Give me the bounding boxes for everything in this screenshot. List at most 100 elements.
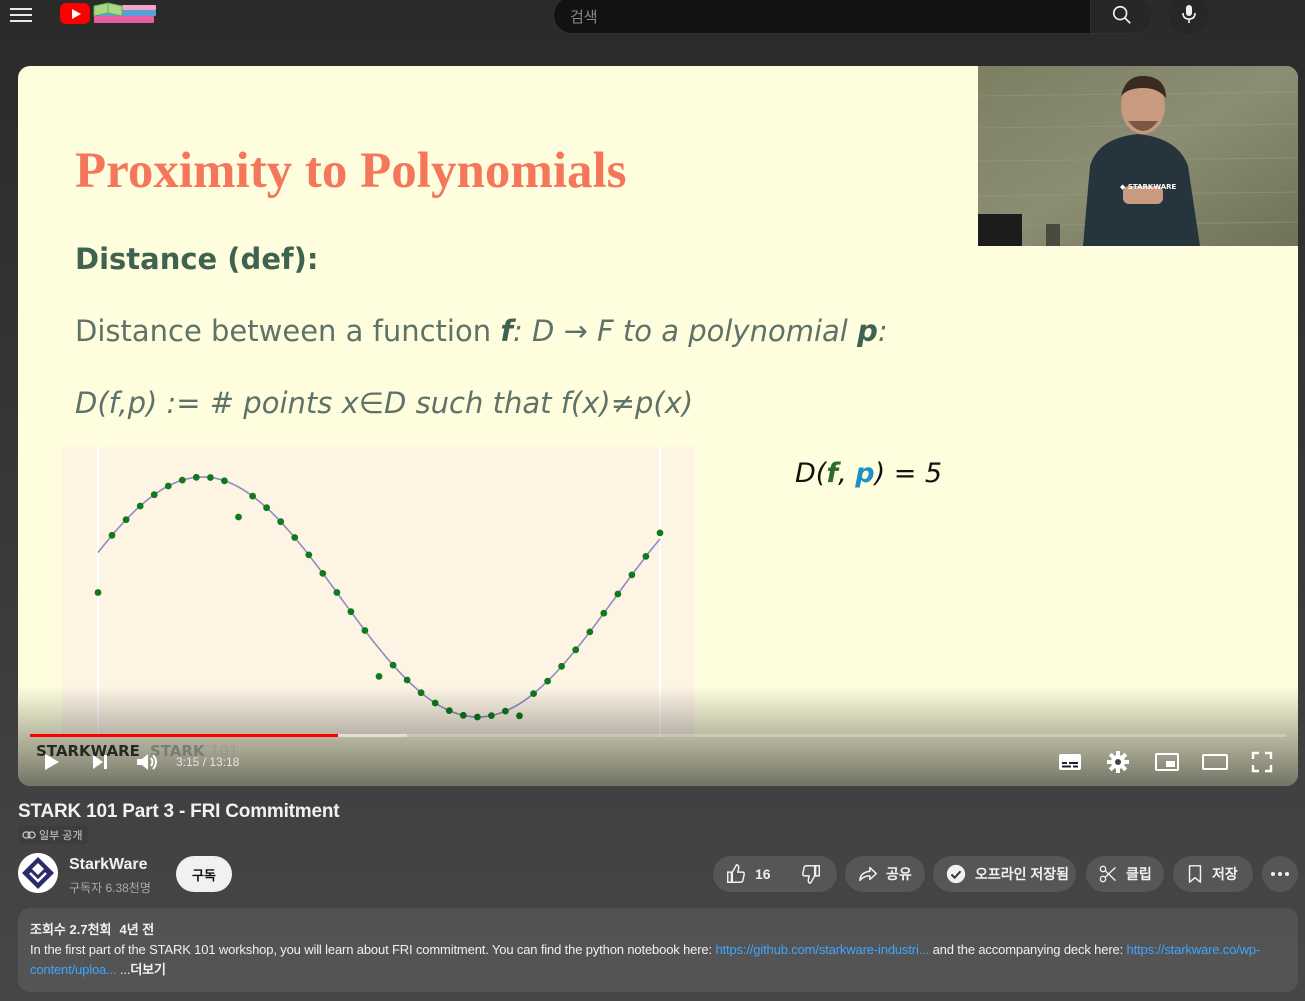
visibility-badge: 일부 공개	[18, 826, 88, 844]
slide-definition-line: Distance between a function f: D → F to …	[75, 314, 888, 348]
description-meta: 조회수 2.7천회 4년 전	[30, 920, 1286, 940]
thumbs-down-icon	[802, 865, 820, 884]
search-bar	[553, 0, 1153, 34]
search-input[interactable]	[553, 0, 1091, 34]
plot-point	[192, 473, 200, 481]
miniplayer-button[interactable]	[1154, 750, 1180, 774]
slide-text: f	[500, 314, 513, 348]
voice-search-button[interactable]	[1169, 0, 1209, 34]
eq-text: ) = 5	[874, 458, 943, 489]
more-actions-button[interactable]	[1262, 856, 1298, 892]
plot-point	[586, 628, 594, 636]
plot-point	[305, 551, 313, 559]
dislike-button[interactable]	[786, 856, 836, 892]
plot-point	[361, 627, 369, 634]
plot-point	[614, 590, 622, 598]
settings-gear-icon[interactable]	[1106, 750, 1130, 774]
speaker-webcam-overlay: ◆ STARKWARE	[978, 66, 1298, 246]
plot-point	[403, 676, 411, 684]
subscribe-button[interactable]: 구독	[176, 856, 232, 892]
slide-subtitle: Distance (def):	[75, 242, 319, 276]
plot-point	[558, 662, 565, 670]
share-label: 공유	[886, 866, 912, 882]
like-count: 16	[755, 866, 771, 882]
clip-label: 클립	[1126, 866, 1152, 882]
slide-formula-line: D(f,p) := # points x∈D such that f(x)≠p(…	[75, 386, 693, 420]
progress-bar[interactable]	[30, 734, 1286, 737]
search-button[interactable]	[1090, 0, 1153, 34]
link-icon	[22, 831, 36, 839]
plot-point	[221, 477, 228, 485]
plot-point	[249, 492, 256, 500]
bookmark-icon	[1188, 865, 1202, 883]
show-more-button[interactable]: 더보기	[130, 962, 166, 977]
fullscreen-button[interactable]	[1250, 750, 1274, 774]
share-icon	[859, 866, 877, 882]
plot-point	[277, 518, 285, 526]
books-icon	[93, 2, 156, 23]
plot-point	[600, 609, 608, 617]
slide-text: D(f,p) := # points x∈D such that f(x)≠p(…	[75, 386, 694, 420]
subscriber-count: 구독자 6.38천명	[69, 881, 151, 895]
description-segment: In the first part of the STARK 101 works…	[30, 942, 716, 957]
subtitles-button[interactable]	[1058, 750, 1082, 774]
video-title: STARK 101 Part 3 - FRI Commitment	[18, 801, 340, 822]
progress-played	[30, 734, 338, 737]
view-count: 조회수 2.7천회	[30, 922, 112, 937]
plot-point	[263, 504, 270, 512]
menu-icon[interactable]	[10, 4, 32, 24]
plot-point	[136, 502, 144, 510]
eq-text: f	[826, 458, 839, 489]
thumbs-up-icon	[727, 864, 745, 883]
download-button[interactable]: 오프라인 저장됨	[933, 856, 1076, 892]
youtube-logo[interactable]	[60, 3, 90, 24]
save-label: 저장	[1212, 866, 1238, 882]
slide-text: : D → F to a polynomial	[512, 314, 858, 348]
scissors-icon	[1099, 865, 1116, 883]
slide-title: Proximity to Polynomials	[75, 143, 627, 199]
plot-point	[164, 482, 172, 490]
plot-point	[572, 646, 580, 654]
plot-point	[178, 476, 186, 484]
clip-button[interactable]: 클립	[1086, 856, 1164, 892]
notebook-link[interactable]: https://github.com/starkware-industri...	[715, 942, 929, 957]
upload-age: 4년 전	[119, 922, 155, 937]
distance-equation: D(f, p) = 5	[795, 458, 942, 489]
plot-point	[656, 529, 664, 537]
plot-point	[389, 661, 397, 669]
eq-text: p	[855, 458, 875, 489]
plot-point	[628, 571, 636, 579]
description-segment: and the accompanying deck here:	[929, 942, 1127, 957]
download-label: 오프라인 저장됨	[975, 866, 1070, 882]
save-button[interactable]: 저장	[1173, 856, 1253, 892]
plot-point	[207, 474, 214, 481]
description-box[interactable]: 조회수 2.7천회 4년 전 In the first part of the S…	[18, 908, 1298, 992]
search-icon	[1112, 5, 1131, 24]
plot-point	[347, 608, 355, 616]
downloaded-check-icon	[946, 864, 966, 884]
description-text: In the first part of the STARK 101 works…	[30, 940, 1286, 980]
plot-point	[108, 531, 116, 539]
channel-avatar[interactable]	[18, 853, 58, 893]
share-button[interactable]: 공유	[845, 856, 925, 892]
starkware-logo-icon	[18, 853, 58, 893]
channel-name[interactable]: StarkWare	[69, 856, 148, 874]
plot-point	[235, 513, 242, 521]
like-button[interactable]: 16	[713, 856, 785, 892]
next-button[interactable]	[88, 750, 112, 774]
theater-mode-button[interactable]	[1201, 750, 1229, 774]
slide-text: Distance between a function	[75, 314, 501, 348]
slide-text: p	[857, 314, 878, 348]
video-player[interactable]: Proximity to Polynomials Distance (def):…	[18, 66, 1298, 786]
time-display: 3:15 / 13:18	[176, 755, 240, 769]
plot-point	[94, 589, 102, 596]
eq-text: D(	[795, 458, 827, 489]
plot-point	[333, 589, 341, 596]
volume-button[interactable]	[134, 750, 160, 774]
plot-point	[319, 570, 327, 577]
description-segment: ...	[116, 962, 131, 977]
eq-text: ,	[838, 458, 856, 489]
play-button[interactable]	[38, 750, 64, 774]
visibility-label: 일부 공개	[39, 830, 83, 842]
plot-point	[544, 677, 551, 685]
